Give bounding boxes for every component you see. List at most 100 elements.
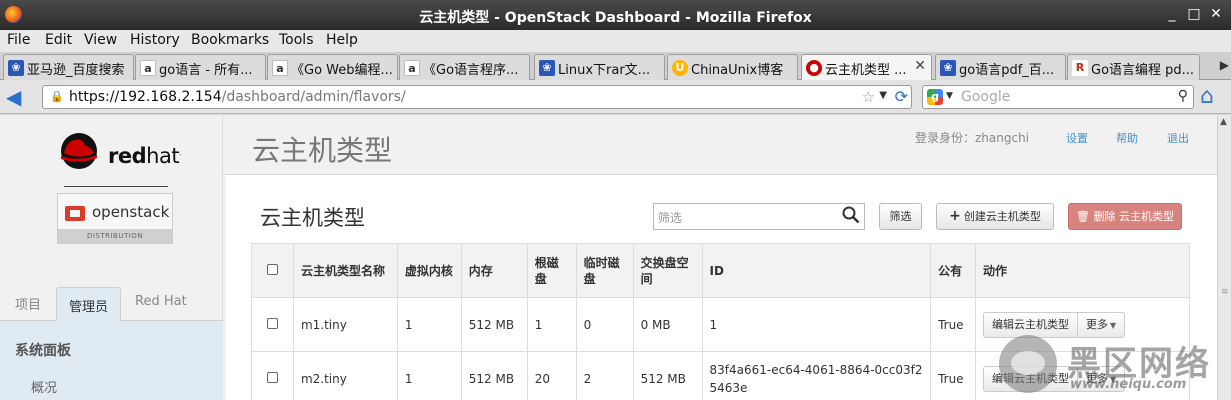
menu-history[interactable]: History: [130, 32, 180, 48]
sidebar-item-overview[interactable]: 概况: [31, 377, 57, 396]
col-name[interactable]: 云主机类型名称: [292, 243, 398, 298]
cell-name: m2.tiny: [292, 351, 398, 400]
tab-label: 云主机类型 ...: [825, 63, 907, 78]
bookmark-star-icon[interactable]: ☆: [862, 88, 875, 106]
baidu-paw-icon: ❀: [539, 60, 555, 76]
binoculars-icon[interactable]: ⚲: [1178, 88, 1188, 104]
menu-bookmarks[interactable]: Bookmarks: [191, 32, 269, 48]
scroll-grip-icon[interactable]: ≡: [1221, 287, 1229, 297]
row-select-cell: [251, 297, 294, 352]
trash-icon: 🗑: [1076, 210, 1094, 223]
cell-swap: 0 MB: [632, 297, 703, 352]
signout-link[interactable]: 退出: [1167, 130, 1189, 146]
menu-file[interactable]: File: [7, 32, 30, 48]
tab-label: go语言 - 所有...: [159, 63, 253, 78]
browser-tab[interactable]: a go语言 - 所有...: [135, 54, 266, 80]
tab-redhat[interactable]: Red Hat: [135, 294, 187, 309]
navigation-bar: ◀ 🔒 https://192.168.2.154/dashboard/admi…: [0, 80, 1231, 114]
create-flavor-label: 创建云主机类型: [963, 210, 1041, 223]
select-all-cell: [251, 243, 294, 298]
delete-flavor-label: 删除 云主机类型: [1093, 210, 1174, 223]
plus-icon: +: [949, 208, 961, 224]
lock-icon: 🔒: [50, 90, 64, 103]
filter-input[interactable]: 筛选: [653, 203, 865, 230]
row-checkbox[interactable]: [266, 371, 278, 383]
col-public[interactable]: 公有: [930, 243, 977, 298]
col-root-disk[interactable]: 根磁盘: [526, 243, 577, 298]
search-engine-dropdown-icon[interactable]: ▼: [946, 91, 953, 101]
browser-tab[interactable]: ❀ Linux下rar文...: [534, 54, 665, 80]
tab-scroll-right-icon[interactable]: ▶: [1220, 58, 1229, 72]
menu-help[interactable]: Help: [326, 32, 358, 48]
menu-view[interactable]: View: [84, 32, 117, 48]
home-icon[interactable]: ⌂: [1200, 84, 1214, 109]
url-bar[interactable]: 🔒 https://192.168.2.154/dashboard/admin/…: [42, 85, 912, 109]
filter-button[interactable]: 筛选: [879, 203, 922, 230]
row-checkbox[interactable]: [266, 317, 278, 329]
url-dropdown-icon[interactable]: ▼: [879, 90, 887, 101]
search-icon: [842, 206, 860, 224]
col-ephemeral-disk[interactable]: 临时磁盘: [575, 243, 634, 298]
tab-admin[interactable]: 管理员: [56, 287, 122, 322]
settings-link[interactable]: 设置: [1066, 130, 1088, 146]
tab-label: 《Go Web编程...: [291, 63, 393, 78]
distribution-label: DISTRIBUTION: [58, 229, 172, 243]
watermark: 黑区网络 www.heiqu.com: [992, 328, 1222, 400]
browser-tab[interactable]: R Go语言编程 pd...: [1067, 54, 1200, 80]
cell-root-disk: 20: [526, 351, 577, 400]
menu-tools[interactable]: Tools: [279, 32, 314, 48]
browser-tab-active[interactable]: ● 云主机类型 ... ✕: [801, 54, 932, 80]
filter-placeholder: 筛选: [658, 211, 683, 225]
amazon-icon: a: [404, 60, 420, 76]
scroll-up-icon[interactable]: ▲: [1220, 117, 1227, 127]
redhat-wordmark: redhat.: [108, 144, 181, 168]
cell-id: 1: [701, 297, 932, 352]
col-ram[interactable]: 内存: [460, 243, 528, 298]
search-placeholder: Google: [961, 89, 1011, 105]
url-text[interactable]: https://192.168.2.154/dashboard/admin/fl…: [69, 89, 406, 105]
cell-ram: 512 MB: [460, 351, 528, 400]
sidebar-heading-system-panel[interactable]: 系统面板: [15, 340, 71, 360]
help-link[interactable]: 帮助: [1116, 130, 1138, 146]
back-arrow-icon[interactable]: ◀: [6, 86, 28, 108]
col-id[interactable]: ID: [701, 243, 932, 298]
create-flavor-button[interactable]: + 创建云主机类型: [936, 203, 1054, 230]
close-window-icon[interactable]: ✕: [1208, 6, 1224, 22]
tab-label: Go语言编程 pd...: [1091, 63, 1195, 78]
delete-flavor-button[interactable]: 🗑 删除 云主机类型: [1068, 203, 1182, 230]
cell-public: True: [930, 351, 977, 400]
browser-tab[interactable]: U ChinaUnix博客: [667, 54, 798, 80]
browser-tab[interactable]: ❀ 亚马逊_百度搜索: [3, 54, 134, 80]
minimize-icon[interactable]: _: [1164, 6, 1180, 22]
page-header: 云主机类型 登录身份：zhangchi 设置 帮助 退出: [223, 115, 1217, 175]
maximize-icon[interactable]: □: [1186, 6, 1202, 22]
brand-red: red: [108, 144, 147, 168]
cell-ephemeral-disk: 0: [575, 297, 634, 352]
google-icon[interactable]: g: [927, 89, 943, 105]
col-vcpus[interactable]: 虚拟内核: [396, 243, 462, 298]
browser-tab[interactable]: ❀ go语言pdf_百...: [935, 54, 1066, 80]
window-title: 云主机类型 - OpenStack Dashboard - Mozilla Fi…: [419, 10, 812, 26]
chinaunix-icon: U: [672, 60, 688, 76]
tab-project[interactable]: 项目: [15, 294, 41, 313]
reload-icon[interactable]: ⟳: [895, 87, 908, 106]
tab-bar: ❀ 亚马逊_百度搜索 a go语言 - 所有... a 《Go Web编程...…: [0, 52, 1231, 80]
cell-public: True: [930, 297, 977, 352]
menu-edit[interactable]: Edit: [45, 32, 72, 48]
browser-tab[interactable]: a 《Go Web编程...: [267, 54, 398, 80]
cell-ephemeral-disk: 2: [575, 351, 634, 400]
redhat-logo: [55, 132, 105, 172]
page-title: 云主机类型: [252, 134, 393, 167]
baidu-paw-icon: ❀: [8, 60, 24, 76]
search-bar[interactable]: g ▼ Google ⚲: [922, 85, 1194, 109]
cell-vcpus: 1: [396, 351, 462, 400]
tab-label: 《Go语言程序...: [423, 63, 519, 78]
amazon-icon: a: [272, 60, 288, 76]
col-swap[interactable]: 交换盘空间: [632, 243, 703, 298]
row-select-cell: [251, 351, 294, 400]
select-all-checkbox[interactable]: [266, 263, 278, 275]
close-tab-icon[interactable]: ✕: [914, 58, 926, 74]
browser-tab[interactable]: a 《Go语言程序...: [399, 54, 530, 80]
tab-label: 亚马逊_百度搜索: [27, 63, 125, 78]
watermark-url: www.heiqu.com: [1070, 377, 1187, 392]
